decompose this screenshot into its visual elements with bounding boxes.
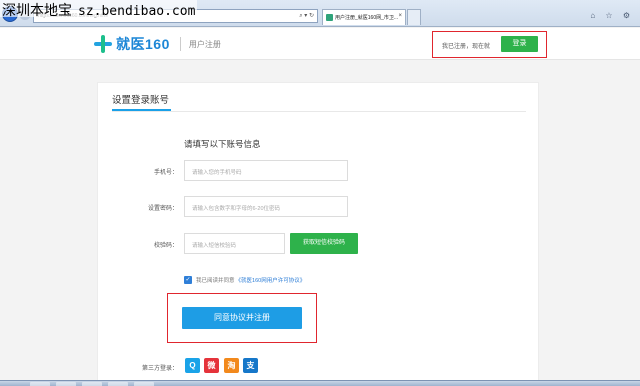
watermark: 深圳本地宝 sz.bendibao.com bbox=[0, 0, 198, 19]
site-favicon-icon bbox=[326, 14, 333, 21]
taskbar-item[interactable] bbox=[56, 382, 76, 386]
logo-cross-icon bbox=[94, 35, 112, 53]
agreement-checkbox[interactable]: ✓ bbox=[184, 276, 192, 284]
logo-text: 就医160 bbox=[116, 36, 170, 52]
agreement-text: 我已阅读并同意 bbox=[196, 278, 235, 284]
taobao-icon[interactable]: 淘 bbox=[224, 358, 239, 373]
get-sms-code-button[interactable]: 获取短信校验码 bbox=[290, 233, 358, 254]
sms-code-input[interactable]: 请输入短信校验码 bbox=[184, 233, 285, 254]
watermark-url: sz.bendibao.com bbox=[78, 4, 196, 19]
weibo-icon[interactable]: 微 bbox=[204, 358, 219, 373]
third-party-login-label: 第三方登录： bbox=[142, 366, 179, 372]
password-input[interactable]: 请输入包含数字和字母的6-20位密码 bbox=[184, 196, 348, 217]
tab-close-icon[interactable]: × bbox=[398, 13, 402, 19]
site-header: 就医160 用户注册 我已注册，现在就 登录 bbox=[0, 28, 640, 60]
taskbar-item[interactable] bbox=[30, 382, 50, 386]
agreement-row: ✓ 我已阅读并同意 《就医160网用户许可协议》 bbox=[184, 275, 305, 285]
phone-label: 手机号： bbox=[153, 170, 178, 176]
site-logo[interactable]: 就医160 用户注册 bbox=[94, 34, 221, 54]
os-taskbar bbox=[0, 380, 640, 386]
register-highlight-box: 同意协议并注册 bbox=[167, 293, 317, 343]
qq-icon[interactable]: Q bbox=[185, 358, 200, 373]
login-prompt: 我已注册，现在就 bbox=[442, 44, 491, 50]
browser-toolbar-icons[interactable]: ⌂ ☆ ⚙ bbox=[590, 11, 634, 20]
page-name: 用户注册 bbox=[188, 39, 221, 49]
login-button[interactable]: 登录 bbox=[501, 36, 538, 52]
sms-code-label: 校验码： bbox=[153, 243, 178, 249]
register-card: 设置登录账号 请填写以下账号信息 手机号： 请输入您的手机号码 设置密码： 请输… bbox=[97, 82, 539, 386]
card-divider bbox=[112, 111, 526, 112]
phone-input[interactable]: 请输入您的手机号码 bbox=[184, 160, 348, 181]
taskbar-item[interactable] bbox=[108, 382, 128, 386]
form-heading: 请填写以下账号信息 bbox=[184, 139, 261, 149]
agree-and-register-button[interactable]: 同意协议并注册 bbox=[182, 307, 302, 329]
new-tab-button[interactable] bbox=[407, 9, 421, 25]
taskbar-item[interactable] bbox=[134, 382, 154, 386]
watermark-site-name: 深圳本地宝 bbox=[2, 3, 72, 19]
header-divider bbox=[179, 37, 181, 51]
address-action-icons[interactable]: ⌕ ▾ ↻ bbox=[299, 12, 314, 20]
tab-user-register[interactable]: 用户注册_就医160网_市卫... × bbox=[322, 9, 406, 25]
login-highlight-box: 我已注册，现在就 登录 bbox=[432, 31, 547, 58]
agreement-link[interactable]: 《就医160网用户许可协议》 bbox=[236, 276, 306, 284]
tab-title: 用户注册_就医160网_市卫... bbox=[335, 15, 399, 21]
taskbar-item[interactable] bbox=[82, 382, 102, 386]
card-title: 设置登录账号 bbox=[112, 95, 170, 106]
password-label: 设置密码： bbox=[147, 206, 178, 212]
alipay-icon[interactable]: 支 bbox=[243, 358, 258, 373]
